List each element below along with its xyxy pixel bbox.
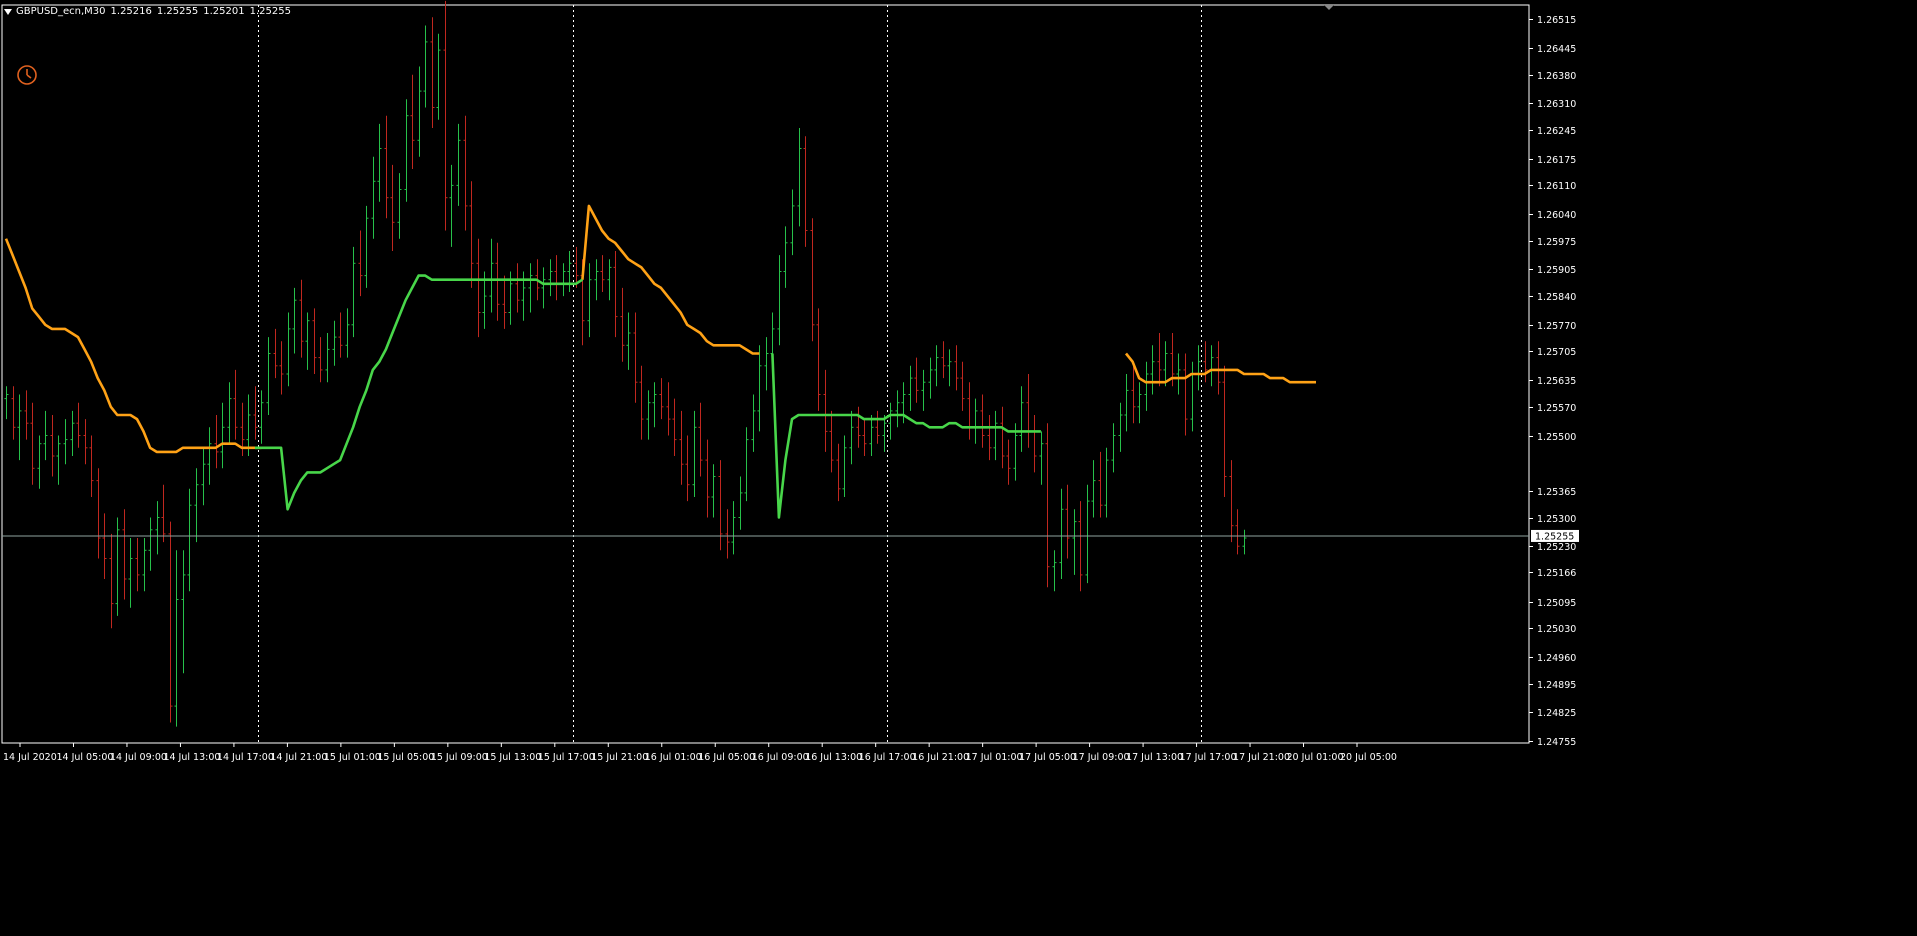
- y-tick-label-10: 1.25840: [1537, 292, 1576, 303]
- x-tick-label-17: 16 Jul 21:00: [912, 752, 969, 763]
- x-tick-label-19: 17 Jul 05:00: [1019, 752, 1076, 763]
- x-tick-label-6: 15 Jul 01:00: [324, 752, 381, 763]
- x-tick-label-15: 16 Jul 13:00: [805, 752, 862, 763]
- y-tick-label-3: 1.26310: [1537, 99, 1576, 110]
- chart-window: 1.26515 1.26445 1.26380 1.26310 1.26245 1.261…: [0, 0, 1917, 936]
- x-tick-label-14: 16 Jul 09:00: [752, 752, 809, 763]
- y-tick-label-19: 1.25166: [1537, 568, 1576, 579]
- triangle-down-icon[interactable]: [4, 8, 12, 15]
- x-tick-label-5: 14 Jul 21:00: [270, 752, 327, 763]
- y-tick-label-14: 1.25570: [1537, 403, 1576, 414]
- chart-header: GBPUSD_ecn,M30 1.25216 1.25255 1.25201 1…: [4, 6, 291, 17]
- plot-frame: [1, 4, 1530, 744]
- x-tick-label-10: 15 Jul 17:00: [538, 752, 595, 763]
- x-tick-label-13: 16 Jul 05:00: [698, 752, 755, 763]
- x-tick-label-2: 14 Jul 09:00: [110, 752, 167, 763]
- y-tick-label-1: 1.26445: [1537, 44, 1576, 55]
- x-tick-label-11: 15 Jul 21:00: [591, 752, 648, 763]
- x-tick-label-3: 14 Jul 13:00: [163, 752, 220, 763]
- y-tick-label-13: 1.25635: [1537, 376, 1576, 387]
- current-price-label: 1.25255: [1535, 531, 1574, 542]
- y-tick-label-2: 1.26380: [1537, 71, 1576, 82]
- x-tick-label-21: 17 Jul 13:00: [1126, 752, 1183, 763]
- x-tick-label-12: 16 Jul 01:00: [645, 752, 702, 763]
- y-tick-label-8: 1.25975: [1537, 237, 1576, 248]
- close-value: 1.25255: [249, 6, 291, 17]
- x-tick-label-23: 17 Jul 21:00: [1233, 752, 1290, 763]
- y-tick-label-9: 1.25905: [1537, 265, 1576, 276]
- y-tick-label-7: 1.26040: [1537, 210, 1576, 221]
- clock-icon[interactable]: [16, 64, 38, 86]
- symbol-label: GBPUSD_ecn,M30: [16, 6, 106, 17]
- x-tick-label-18: 17 Jul 01:00: [966, 752, 1023, 763]
- x-tick-label-25: 20 Jul 05:00: [1340, 752, 1397, 763]
- y-tick-label-24: 1.24825: [1537, 708, 1576, 719]
- x-tick-label-24: 20 Jul 01:00: [1287, 752, 1344, 763]
- y-tick-label-22: 1.24960: [1537, 653, 1576, 664]
- y-tick-label-17: 1.25300: [1537, 514, 1576, 525]
- y-tick-label-21: 1.25030: [1537, 624, 1576, 635]
- high-value: 1.25255: [156, 6, 199, 17]
- y-tick-label-20: 1.25095: [1537, 598, 1576, 609]
- x-tick-label-4: 14 Jul 17:00: [217, 752, 274, 763]
- x-tick-label-9: 15 Jul 13:00: [484, 752, 541, 763]
- price-chart[interactable]: 1.26515 1.26445 1.26380 1.26310 1.26245 1.261…: [0, 0, 1917, 936]
- y-tick-label-23: 1.24895: [1537, 680, 1576, 691]
- y-tick-label-12: 1.25705: [1537, 347, 1576, 358]
- x-tick-label-16: 16 Jul 17:00: [859, 752, 916, 763]
- x-tick-label-20: 17 Jul 09:00: [1073, 752, 1130, 763]
- x-tick-label-1: 14 Jul 05:00: [56, 752, 113, 763]
- y-tick-label-4: 1.26245: [1537, 126, 1576, 137]
- y-tick-label-25: 1.24755: [1537, 737, 1576, 748]
- y-tick-label-0: 1.26515: [1537, 15, 1576, 26]
- y-tick-label-15: 1.25500: [1537, 432, 1576, 443]
- open-value: 1.25216: [110, 6, 152, 17]
- low-value: 1.25201: [203, 6, 245, 17]
- x-tick-label-8: 15 Jul 09:00: [431, 752, 488, 763]
- y-tick-label-5: 1.26175: [1537, 155, 1576, 166]
- x-tick-label-7: 15 Jul 05:00: [377, 752, 434, 763]
- x-tick-label-0: 14 Jul 2020: [3, 752, 57, 763]
- y-tick-label-6: 1.26110: [1537, 181, 1576, 192]
- y-tick-label-18: 1.25230: [1537, 542, 1576, 553]
- x-tick-label-22: 17 Jul 17:00: [1180, 752, 1237, 763]
- y-tick-label-16: 1.25365: [1537, 487, 1576, 498]
- y-tick-label-11: 1.25770: [1537, 321, 1576, 332]
